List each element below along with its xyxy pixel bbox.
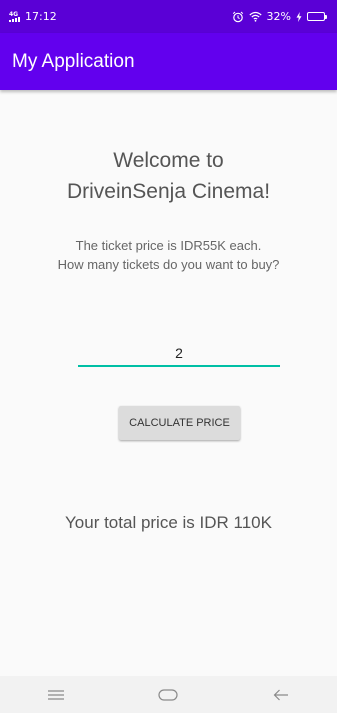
ticket-prompt: The ticket price is IDR55K each. How man… (0, 236, 337, 274)
ticket-count-input[interactable] (78, 341, 280, 367)
prompt-line-2: How many tickets do you want to buy? (57, 257, 280, 272)
app-bar: My Application (0, 33, 337, 90)
welcome-heading: Welcome to DriveinSenja Cinema! (0, 145, 337, 207)
welcome-line-1: Welcome to (113, 149, 224, 172)
welcome-line-2: DriveinSenja Cinema! (66, 180, 271, 203)
status-right: 32% (232, 10, 327, 23)
calculate-price-button[interactable]: CALCULATE PRICE (119, 406, 240, 440)
status-time: 17:12 (25, 10, 57, 23)
home-button[interactable] (148, 680, 188, 710)
app-title: My Application (12, 50, 135, 72)
battery-icon (307, 12, 327, 21)
navigation-bar (0, 676, 337, 713)
battery-percent: 32% (266, 10, 291, 23)
prompt-line-1: The ticket price is IDR55K each. (75, 238, 262, 253)
cellular-signal-icon: 4G (9, 11, 20, 22)
menu-icon (48, 689, 65, 700)
charging-icon (296, 11, 302, 22)
alarm-icon (232, 11, 243, 22)
home-icon (158, 688, 179, 701)
back-icon (273, 689, 288, 700)
back-button[interactable] (261, 680, 301, 710)
total-price-text: Your total price is IDR 110K (65, 513, 272, 532)
status-left: 4G 17:12 (9, 10, 57, 23)
status-bar: 4G 17:12 32% (0, 0, 337, 33)
menu-button[interactable] (36, 680, 76, 710)
wifi-icon (248, 11, 262, 22)
